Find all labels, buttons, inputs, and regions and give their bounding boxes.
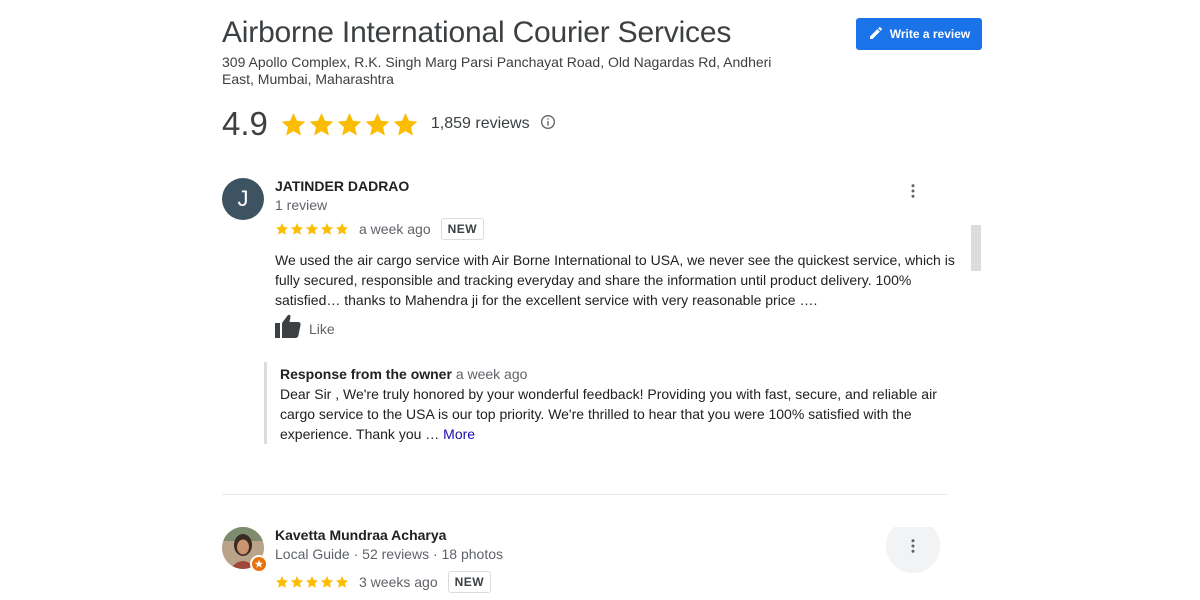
star-icon xyxy=(320,223,334,235)
review-rating-line: 3 weeks ago NEW xyxy=(275,571,492,593)
info-icon[interactable] xyxy=(540,114,556,135)
owner-response: Response from the owner a week ago Dear … xyxy=(264,362,954,444)
thumb-up-icon xyxy=(275,314,301,343)
rating-summary: 4.9 1,859 reviews xyxy=(222,104,556,144)
star-icon xyxy=(290,223,304,235)
star-icon xyxy=(290,576,304,588)
business-address: 309 Apollo Complex, R.K. Singh Marg Pars… xyxy=(222,54,772,87)
rating-value: 4.9 xyxy=(222,105,268,142)
more-vert-icon[interactable] xyxy=(886,527,940,573)
review-stars xyxy=(275,222,349,236)
star-icon xyxy=(365,112,390,136)
write-review-label: Write a review xyxy=(889,27,971,41)
local-guide-icon xyxy=(250,555,268,573)
new-badge: NEW xyxy=(447,571,492,593)
avatar[interactable]: J xyxy=(222,178,264,220)
star-icon xyxy=(309,112,334,136)
rating-stars xyxy=(280,111,419,138)
star-icon xyxy=(320,576,334,588)
edit-icon xyxy=(868,25,884,44)
reviewer-name[interactable]: Kavetta Mundraa Acharya xyxy=(275,527,446,543)
star-icon xyxy=(305,576,319,588)
star-icon xyxy=(335,223,349,235)
review-text: We used the air cargo service with Air B… xyxy=(275,252,955,308)
star-icon xyxy=(337,112,362,136)
review-time: 3 weeks ago xyxy=(359,574,438,590)
more-vert-icon[interactable] xyxy=(902,180,924,202)
star-icon xyxy=(275,576,289,588)
star-icon xyxy=(281,112,306,136)
new-badge: NEW xyxy=(440,218,485,240)
review-card: J JATINDER DADRAO 1 review a week ago NE… xyxy=(222,178,955,478)
write-review-button[interactable]: Write a review xyxy=(856,18,982,50)
more-link[interactable]: More xyxy=(443,426,475,442)
star-icon xyxy=(335,576,349,588)
review-card: Kavetta Mundraa Acharya Local Guide · 52… xyxy=(222,527,948,600)
like-button[interactable]: Like xyxy=(275,314,335,343)
owner-response-label: Response from the owner xyxy=(280,366,452,382)
business-title: Airborne International Courier Services xyxy=(222,16,732,49)
star-icon xyxy=(305,223,319,235)
reviewer-meta: 1 review xyxy=(275,197,328,213)
review-rating-line: a week ago NEW xyxy=(275,218,485,240)
star-icon xyxy=(275,223,289,235)
scrollbar-thumb[interactable] xyxy=(971,225,981,271)
divider xyxy=(222,494,948,495)
owner-response-time: a week ago xyxy=(455,366,528,382)
reviewer-name[interactable]: JATINDER DADRAO xyxy=(275,178,409,194)
like-label: Like xyxy=(309,320,335,337)
star-icon xyxy=(393,112,418,136)
review-count[interactable]: 1,859 reviews xyxy=(431,115,530,133)
review-stars xyxy=(275,575,349,589)
owner-response-text: Dear Sir , We're truly honored by your w… xyxy=(280,386,937,442)
reviewer-meta: Local Guide · 52 reviews · 18 photos xyxy=(275,546,504,562)
review-time: a week ago xyxy=(359,221,431,237)
